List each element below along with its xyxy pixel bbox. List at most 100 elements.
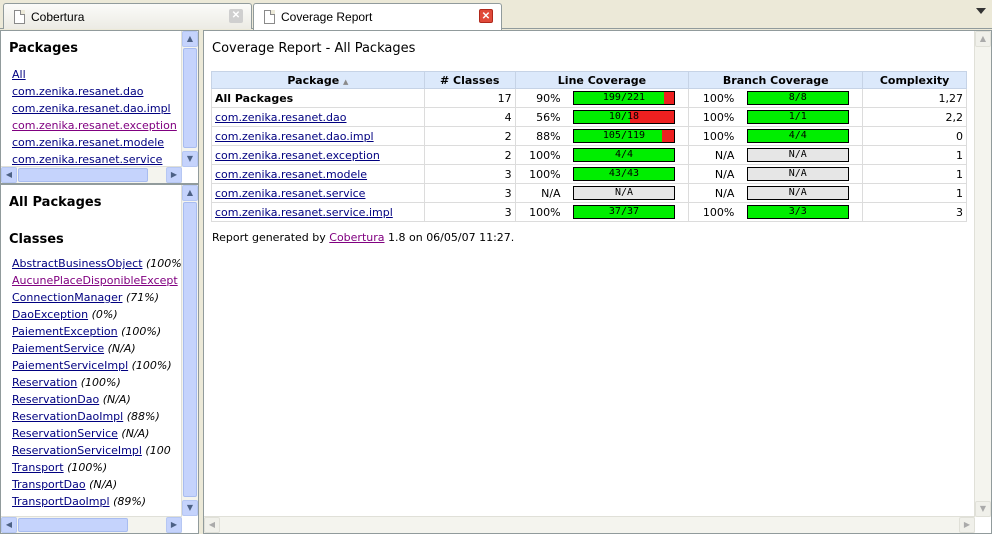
branch-coverage-cell: 100% 3/3 (688, 202, 864, 222)
cobertura-link[interactable]: Cobertura (329, 231, 384, 244)
package-link[interactable]: com.zenika.resanet.service (12, 153, 162, 166)
horizontal-scrollbar[interactable]: ◀ ▶ (1, 166, 182, 183)
class-link[interactable]: ReservationService (12, 427, 118, 440)
branch-coverage-cell: 100% 8/8 (688, 88, 864, 108)
list-item: TransportDao (N/A) (12, 476, 198, 493)
class-coverage: (100%) (67, 461, 108, 474)
scope-title: All Packages (9, 195, 102, 210)
scroll-down-icon[interactable]: ▼ (975, 501, 991, 517)
report-footer: Report generated by Cobertura 1.8 on 06/… (212, 231, 514, 244)
line-coverage-percent: N/A (541, 186, 561, 200)
column-header-complexity[interactable]: Complexity (862, 71, 967, 89)
list-item: PaiementServiceImpl (100%) (12, 357, 198, 374)
package-link-all[interactable]: All (12, 68, 26, 81)
branch-coverage-percent: 100% (702, 110, 735, 124)
close-tab-icon[interactable]: ✕ (479, 9, 493, 23)
class-link[interactable]: PaiementServiceImpl (12, 359, 128, 372)
scroll-down-icon[interactable]: ▼ (182, 151, 198, 167)
coverage-table: Package ▲ # Classes Line Coverage Branch… (211, 71, 967, 222)
package-link[interactable]: com.zenika.resanet.dao.impl (12, 102, 171, 115)
package-link[interactable]: com.zenika.resanet.exception (12, 119, 177, 132)
list-item: ReservationDaoImpl (88%) (12, 408, 198, 425)
scroll-thumb[interactable] (183, 48, 197, 148)
document-icon (14, 9, 25, 24)
complexity-value: 1 (862, 183, 967, 203)
vertical-scrollbar[interactable]: ▲ ▼ (974, 31, 991, 517)
packages-title: Packages (9, 41, 78, 56)
tab-list-chevron-icon[interactable] (976, 8, 986, 14)
class-link[interactable]: PaiementService (12, 342, 104, 355)
branch-coverage-cell: N/A N/A (688, 164, 864, 184)
close-tab-icon[interactable]: ✕ (229, 9, 243, 23)
class-link[interactable]: Reservation (12, 376, 77, 389)
package-link[interactable]: com.zenika.resanet.dao.impl (215, 130, 374, 143)
scroll-up-icon[interactable]: ▲ (182, 31, 198, 47)
scroll-up-icon[interactable]: ▲ (975, 31, 991, 47)
package-link[interactable]: com.zenika.resanet.dao (12, 85, 144, 98)
horizontal-scrollbar[interactable]: ◀ ▶ (1, 516, 182, 533)
column-header-branch-coverage[interactable]: Branch Coverage (688, 71, 864, 89)
branch-coverage-bar-text: N/A (788, 168, 807, 179)
package-link[interactable]: com.zenika.resanet.service.impl (215, 206, 393, 219)
branch-coverage-bar: N/A (746, 148, 849, 162)
line-coverage-bar-text: 4/4 (614, 149, 633, 160)
package-link[interactable]: com.zenika.resanet.modele (215, 168, 367, 181)
branch-coverage-bar-text: N/A (788, 187, 807, 198)
footer-prefix: Report generated by (212, 231, 326, 244)
line-coverage-cell: N/A N/A (514, 183, 690, 203)
uncovered-bar (661, 130, 674, 142)
class-link[interactable]: ReservationServiceImpl (12, 444, 142, 457)
scroll-right-icon[interactable]: ▶ (166, 517, 182, 533)
scroll-right-icon[interactable]: ▶ (166, 167, 182, 183)
class-coverage: (N/A) (89, 478, 118, 491)
class-link[interactable]: ReservationDao (12, 393, 99, 406)
package-cell: All Packages (211, 88, 425, 108)
table-row: com.zenika.resanet.exception 2 100% 4/4 N/A N… (211, 145, 967, 165)
horizontal-scrollbar[interactable]: ◀ ▶ (204, 516, 975, 533)
class-link[interactable]: TransportDaoImpl (12, 495, 110, 508)
line-coverage-bar: 105/119 (572, 129, 675, 143)
class-link[interactable]: TransportDao (12, 478, 86, 491)
sort-ascending-icon: ▲ (343, 77, 349, 86)
list-item: ConnectionManager (71%) (12, 289, 198, 306)
scroll-thumb[interactable] (183, 202, 197, 497)
package-link[interactable]: com.zenika.resanet.service (215, 187, 365, 200)
complexity-value: 3 (862, 202, 967, 222)
line-coverage-bar-text: N/A (614, 187, 633, 198)
column-header-line-coverage[interactable]: Line Coverage (514, 71, 690, 89)
class-link[interactable]: PaiementException (12, 325, 118, 338)
tab-coverage-report[interactable]: Coverage Report ✕ (253, 3, 502, 30)
column-header-package[interactable]: Package ▲ (211, 71, 425, 89)
scroll-down-icon[interactable]: ▼ (182, 500, 198, 516)
branch-coverage-bar: 8/8 (746, 91, 849, 105)
table-row: com.zenika.resanet.dao.impl 2 88% 105/119 10… (211, 126, 967, 146)
class-link[interactable]: Transport (12, 461, 64, 474)
vertical-scrollbar[interactable]: ▲ ▼ (181, 185, 198, 516)
scroll-left-icon[interactable]: ◀ (204, 517, 220, 533)
class-link[interactable]: DaoException (12, 308, 88, 321)
class-link[interactable]: ReservationDaoImpl (12, 410, 123, 423)
class-coverage: (100%) (80, 376, 121, 389)
scroll-thumb[interactable] (18, 168, 148, 182)
class-link[interactable]: AbstractBusinessObject (12, 257, 143, 270)
package-link[interactable]: com.zenika.resanet.dao (215, 111, 347, 124)
line-coverage-cell: 88% 105/119 (514, 126, 690, 146)
scroll-thumb[interactable] (18, 518, 128, 532)
table-header-row: Package ▲ # Classes Line Coverage Branch… (211, 71, 967, 89)
scroll-left-icon[interactable]: ◀ (1, 517, 17, 533)
package-cell: com.zenika.resanet.dao (211, 107, 425, 127)
class-link[interactable]: AucunePlaceDisponibleExcept (12, 274, 178, 287)
complexity-value: 2,2 (862, 107, 967, 127)
scroll-up-icon[interactable]: ▲ (182, 185, 198, 201)
vertical-scrollbar[interactable]: ▲ ▼ (181, 31, 198, 167)
tab-cobertura[interactable]: Cobertura ✕ (3, 3, 252, 29)
scroll-left-icon[interactable]: ◀ (1, 167, 17, 183)
class-link[interactable]: ConnectionManager (12, 291, 122, 304)
package-link[interactable]: com.zenika.resanet.exception (215, 149, 380, 162)
branch-coverage-bar: 3/3 (746, 205, 849, 219)
package-link[interactable]: com.zenika.resanet.modele (12, 136, 164, 149)
column-header-classes[interactable]: # Classes (423, 71, 516, 89)
line-coverage-bar-text: 37/37 (608, 206, 640, 217)
scroll-right-icon[interactable]: ▶ (959, 517, 975, 533)
table-row: com.zenika.resanet.dao 4 56% 10/18 100% 1/1 2,… (211, 107, 967, 127)
